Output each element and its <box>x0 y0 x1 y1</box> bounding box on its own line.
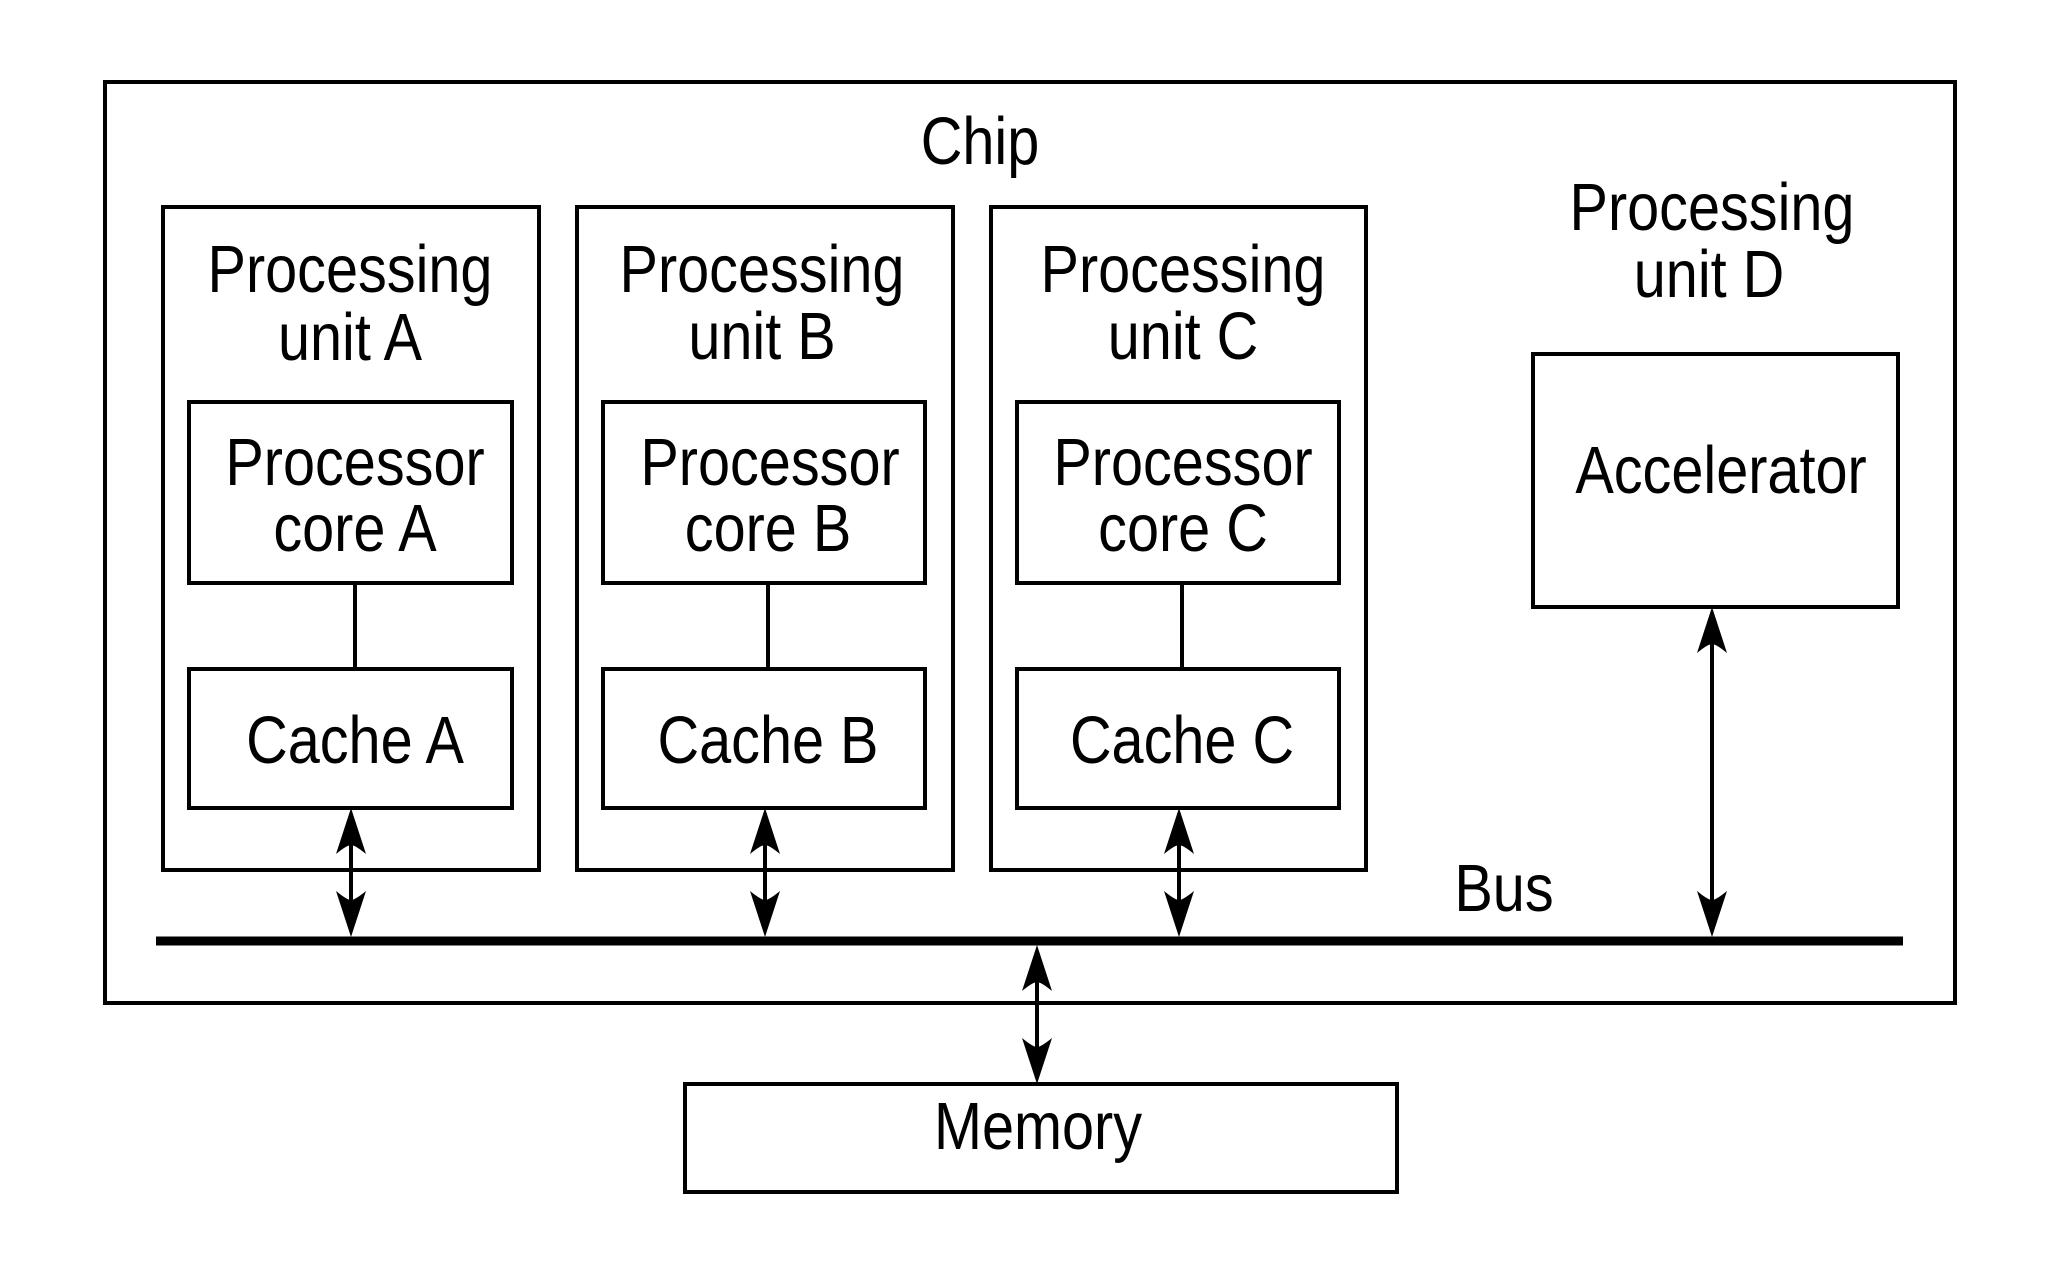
processing-unit-d: Processing unit D Accelerator <box>1531 170 1900 609</box>
processing-unit-c-label-line2: unit C <box>1108 299 1258 374</box>
processor-core-a-label-line2: core A <box>273 491 437 566</box>
processing-unit-c: Processing unit C Processor core C Cache… <box>989 205 1368 872</box>
processing-unit-b-label-line1: Processing <box>620 232 905 307</box>
cache-c-label: Cache C <box>1070 703 1294 778</box>
cache-b-label: Cache B <box>658 703 879 778</box>
processing-unit-a-label-line1: Processing <box>208 232 493 307</box>
processing-unit-c-label-line1: Processing <box>1041 232 1326 307</box>
chip-label: Chip <box>921 104 1039 179</box>
cache-a-label: Cache A <box>246 703 464 778</box>
processor-core-c-label-line2: core C <box>1098 491 1268 566</box>
processor-core-a-label-line1: Processor <box>225 425 484 500</box>
chip-architecture-diagram: Chip Processing unit A Processor core A … <box>103 80 1957 1194</box>
processing-unit-a-label-line2: unit A <box>278 300 422 375</box>
accelerator-label: Accelerator <box>1575 433 1866 508</box>
processing-unit-d-label-line1: Processing <box>1570 170 1855 245</box>
processor-core-b-label-line1: Processor <box>640 425 899 500</box>
memory-label: Memory <box>934 1089 1143 1164</box>
processing-unit-d-label-line2: unit D <box>1634 237 1784 312</box>
processing-unit-a: Processing unit A Processor core A Cache… <box>161 205 541 872</box>
processor-core-c-label-line1: Processor <box>1053 425 1312 500</box>
processing-unit-b: Processing unit B Processor core B Cache… <box>575 205 955 872</box>
processing-unit-b-label-line2: unit B <box>688 299 835 374</box>
processor-core-b-label-line2: core B <box>685 491 851 566</box>
bus-label: Bus <box>1454 851 1553 926</box>
